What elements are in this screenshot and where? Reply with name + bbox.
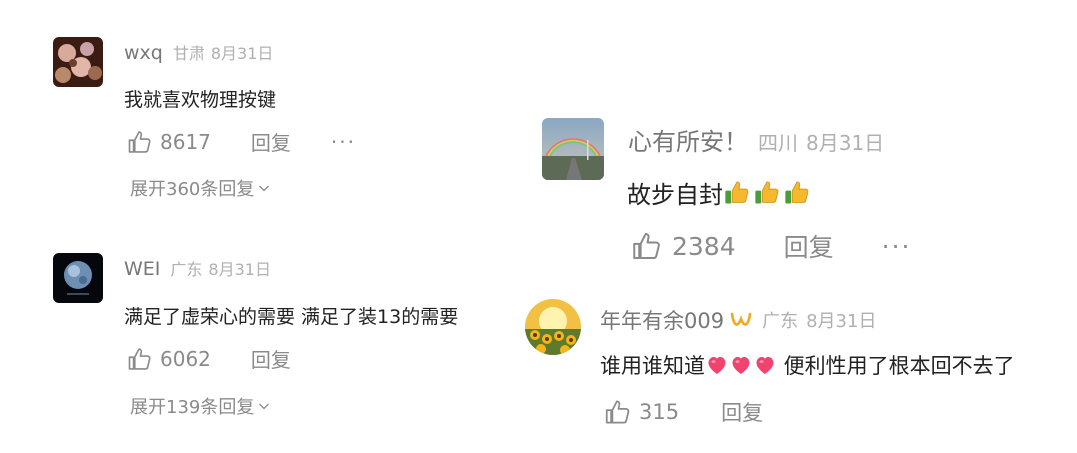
- chevron-down-icon: [259, 185, 270, 192]
- expand-label: 展开360条回复: [130, 179, 255, 200]
- comment-text: 满足了虚荣心的需要 满足了装13的需要: [124, 306, 459, 328]
- reply-button[interactable]: 回复: [721, 397, 763, 427]
- thumbs-up-icon: [630, 229, 664, 263]
- thumbs-up-icon: [603, 397, 633, 427]
- heart-emoji: [705, 353, 729, 377]
- location: 四川: [758, 131, 798, 155]
- date: 8月31日: [208, 260, 271, 279]
- expand-replies-button[interactable]: 展开139条回复: [130, 393, 271, 419]
- thumbs-up-emoji: [753, 179, 781, 207]
- thumbs-up-icon: [126, 345, 154, 373]
- actions-row: 2384 回复 ···: [630, 228, 911, 264]
- reply-button[interactable]: 回复: [251, 127, 291, 156]
- date: 8月31日: [806, 131, 885, 155]
- comment-text: 我就喜欢物理按键: [124, 89, 277, 111]
- location: 甘肃: [172, 44, 205, 63]
- like-count: 8617: [160, 129, 211, 154]
- avatar[interactable]: [53, 37, 103, 87]
- avatar[interactable]: [542, 118, 604, 180]
- like-count: 6062: [160, 346, 211, 371]
- like-count: 315: [639, 400, 680, 424]
- creator-badge-icon: [730, 312, 752, 326]
- name-row: wxq 甘肃 8月31日: [124, 40, 273, 64]
- username[interactable]: 年年有余009: [600, 305, 724, 335]
- actions-row: 315 回复: [603, 397, 763, 427]
- heart-emoji: [753, 353, 777, 377]
- like-button[interactable]: 315: [603, 397, 679, 427]
- username[interactable]: WEI: [124, 258, 160, 280]
- actions-row: 6062 回复: [126, 344, 291, 373]
- date: 8月31日: [210, 44, 274, 63]
- reply-button[interactable]: 回复: [784, 228, 834, 264]
- like-button[interactable]: 2384: [630, 229, 736, 263]
- like-button[interactable]: 6062: [126, 345, 211, 373]
- actions-row: 8617 回复 ···: [126, 127, 356, 156]
- comment-text-tail: 便利性用了根本回不去了: [777, 354, 1015, 378]
- location: 广东: [170, 260, 203, 279]
- like-button[interactable]: 8617: [126, 128, 211, 156]
- thumbs-up-icon: [126, 128, 154, 156]
- date: 8月31日: [806, 311, 877, 332]
- username[interactable]: wxq: [124, 42, 163, 64]
- name-row: 心有所安！ 四川 8月31日: [628, 122, 884, 157]
- heart-emoji: [729, 353, 753, 377]
- more-icon[interactable]: ···: [882, 232, 912, 261]
- avatar[interactable]: [525, 299, 581, 355]
- comment-text: 谁用谁知道: [600, 354, 705, 378]
- chevron-down-icon: [259, 403, 270, 410]
- more-icon[interactable]: ···: [331, 130, 356, 154]
- name-row: 年年有余009 广东 8月31日: [600, 305, 876, 335]
- reply-button[interactable]: 回复: [251, 344, 291, 373]
- comment-text-row: 故步自封: [627, 175, 811, 210]
- comment-text-row: 谁用谁知道 便利性用了根本回不去了: [600, 350, 1015, 380]
- location: 广东: [762, 311, 799, 332]
- comment-text: 故步自封: [627, 181, 723, 209]
- avatar[interactable]: [53, 253, 103, 303]
- thumbs-up-emoji: [783, 179, 811, 207]
- like-count: 2384: [672, 231, 736, 261]
- thumbs-up-emoji: [723, 179, 751, 207]
- name-row: WEI 广东 8月31日: [124, 256, 271, 280]
- username[interactable]: 心有所安！: [628, 122, 748, 157]
- expand-replies-button[interactable]: 展开360条回复: [130, 175, 271, 201]
- expand-label: 展开139条回复: [130, 397, 255, 418]
